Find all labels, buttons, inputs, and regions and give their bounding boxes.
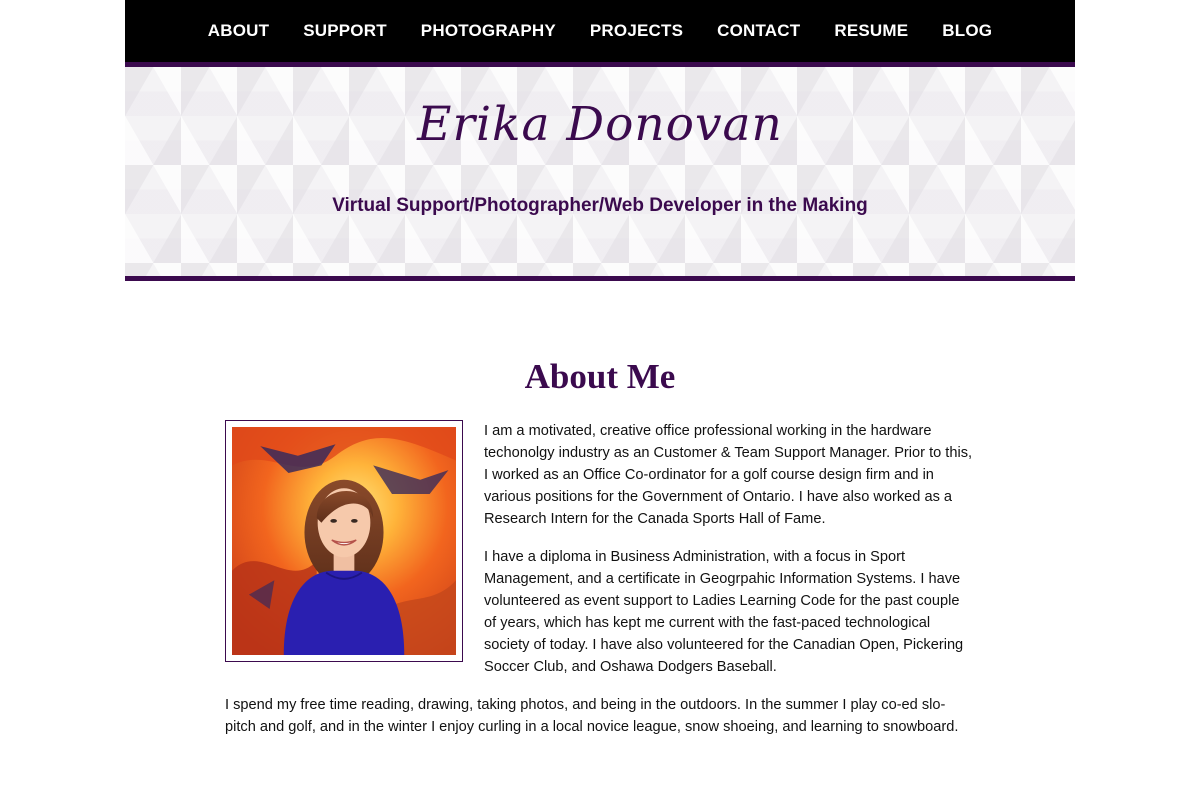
about-paragraph-3: I spend my free time reading, drawing, t…: [225, 697, 959, 735]
about-heading: About Me: [524, 357, 676, 396]
profile-photo-image: [232, 427, 456, 655]
nav-about[interactable]: ABOUT: [208, 21, 269, 41]
nav-blog[interactable]: BLOG: [942, 21, 992, 41]
nav-photography[interactable]: PHOTOGRAPHY: [421, 21, 556, 41]
main-nav: ABOUT SUPPORT PHOTOGRAPHY PROJECTS CONTA…: [125, 0, 1075, 62]
nav-contact[interactable]: CONTACT: [717, 21, 800, 41]
site-title: Erika Donovan: [417, 97, 783, 152]
profile-photo: [225, 420, 463, 662]
site-header: Erika Donovan Virtual Support/Photograph…: [125, 62, 1075, 281]
site-tagline: Virtual Support/Photographer/Web Develop…: [332, 195, 868, 216]
nav-projects[interactable]: PROJECTS: [590, 21, 683, 41]
nav-resume[interactable]: RESUME: [834, 21, 908, 41]
page-wrapper: ABOUT SUPPORT PHOTOGRAPHY PROJECTS CONTA…: [125, 0, 1075, 281]
about-section: About Me I am a motivated, creative offi…: [225, 281, 975, 738]
nav-support[interactable]: SUPPORT: [303, 21, 387, 41]
